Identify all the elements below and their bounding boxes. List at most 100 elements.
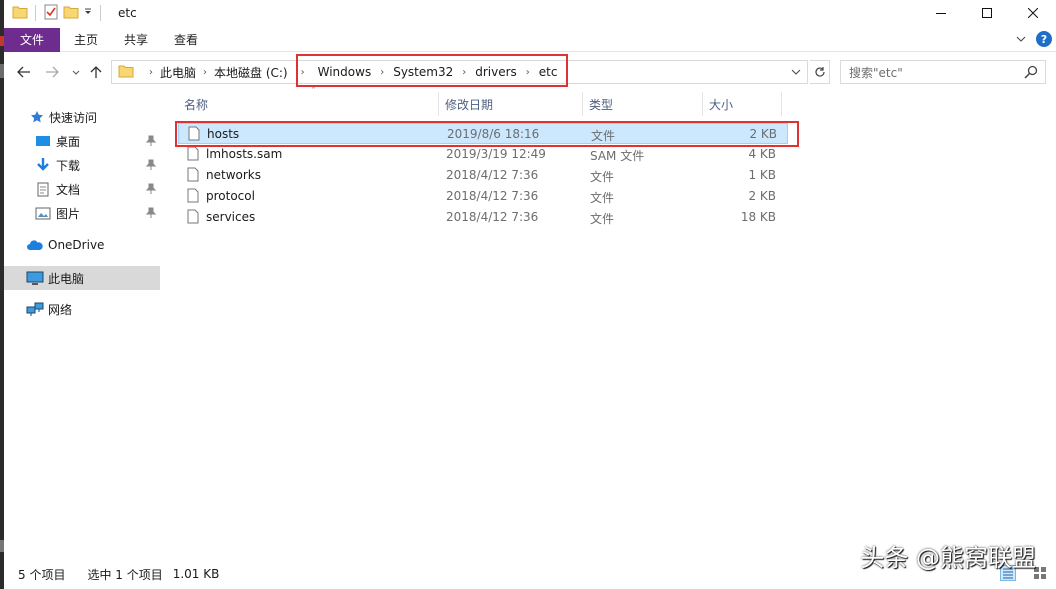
sidebar-item-label: 此电脑 <box>48 271 85 286</box>
sidebar-item-downloads[interactable]: 下载 <box>4 153 160 177</box>
file-size: 18 KB <box>740 210 776 224</box>
column-header-label: 类型 <box>589 97 614 112</box>
sidebar-item-onedrive[interactable]: OneDrive <box>4 233 160 257</box>
sidebar-item-pictures[interactable]: 图片 <box>4 201 160 225</box>
file-list: 名称 ˄ 修改日期 类型 大小 hosts 2019/8/6 18:16 文件 … <box>170 86 1050 562</box>
quick-access-toolbar <box>12 4 104 23</box>
tab-share[interactable]: 共享 <box>111 28 161 52</box>
annotation-hosts-highlight <box>175 121 799 147</box>
sidebar-item-label: 下载 <box>56 158 81 173</box>
sidebar-item-this-pc[interactable]: 此电脑 <box>4 266 160 290</box>
file-size: 2 KB <box>748 189 776 203</box>
breadcrumb-local-disk[interactable]: 本地磁盘 (C:) <box>214 64 288 81</box>
ribbon-tabs: 文件 主页 共享 查看 ? <box>4 27 1056 52</box>
file-name: protocol <box>206 189 255 203</box>
selection-count: 选中 1 个项目 <box>87 567 163 582</box>
desktop-icon <box>34 132 52 150</box>
cloud-icon <box>26 236 44 254</box>
pin-icon[interactable] <box>145 183 157 198</box>
file-type: SAM 文件 <box>590 149 645 163</box>
sidebar-item-label: 桌面 <box>56 134 81 149</box>
tab-view[interactable]: 查看 <box>161 28 211 52</box>
sort-ascending-icon: ˄ <box>311 86 316 97</box>
recent-locations-button[interactable] <box>66 62 86 82</box>
sidebar-item-label: 图片 <box>56 206 81 221</box>
star-icon <box>28 108 46 126</box>
minimize-button[interactable] <box>918 0 964 26</box>
search-input[interactable]: 搜索"etc" <box>840 60 1046 84</box>
file-type: 文件 <box>590 212 615 226</box>
column-header-label: 修改日期 <box>445 97 494 112</box>
table-row[interactable]: lmhosts.sam 2019/3/19 12:49 SAM 文件 4 KB <box>178 144 788 165</box>
sidebar-item-label: OneDrive <box>48 238 105 252</box>
file-date: 2018/4/12 7:36 <box>446 189 539 203</box>
column-header-label: 名称 <box>184 97 209 112</box>
sidebar-item-label: 快速访问 <box>49 110 98 125</box>
table-row[interactable]: protocol 2018/4/12 7:36 文件 2 KB <box>178 186 788 207</box>
table-row[interactable]: networks 2018/4/12 7:36 文件 1 KB <box>178 165 788 186</box>
file-size: 4 KB <box>748 147 776 161</box>
file-date: 2019/3/19 12:49 <box>446 147 546 161</box>
download-icon <box>34 156 52 174</box>
file-date: 2018/4/12 7:36 <box>446 210 539 224</box>
search-icon[interactable] <box>1024 65 1038 82</box>
file-icon <box>187 188 199 206</box>
sidebar-item-desktop[interactable]: 桌面 <box>4 129 160 153</box>
chevron-right-icon[interactable]: › <box>142 67 160 78</box>
pin-icon[interactable] <box>145 207 157 222</box>
customize-dropdown-icon[interactable] <box>83 6 93 20</box>
explorer-window: etc 文件 主页 共享 查看 ? › 此电脑 › 本地磁盘 (C:) › Wi… <box>4 0 1056 589</box>
file-name: networks <box>206 168 261 182</box>
back-button[interactable] <box>14 62 34 82</box>
sidebar-item-network[interactable]: 网络 <box>4 297 160 321</box>
document-icon <box>34 180 52 198</box>
refresh-button[interactable] <box>810 60 830 84</box>
sidebar-item-label: 网络 <box>48 302 73 317</box>
selection-size: 1.01 KB <box>172 567 220 581</box>
file-icon <box>187 209 199 227</box>
file-name: lmhosts.sam <box>206 147 283 161</box>
forward-button[interactable] <box>42 62 62 82</box>
expand-ribbon-icon[interactable] <box>1016 33 1026 47</box>
column-header-date[interactable]: 修改日期 <box>439 92 583 116</box>
file-date: 2018/4/12 7:36 <box>446 168 539 182</box>
breadcrumb-this-pc[interactable]: 此电脑 <box>160 64 196 81</box>
tab-home[interactable]: 主页 <box>60 28 111 52</box>
column-header-size[interactable]: 大小 <box>703 92 782 116</box>
properties-icon[interactable] <box>43 4 59 23</box>
tab-file[interactable]: 文件 <box>4 27 60 52</box>
network-icon <box>26 300 44 318</box>
close-button[interactable] <box>1010 0 1056 26</box>
sidebar-item-quick-access[interactable]: 快速访问 <box>4 105 160 129</box>
pin-icon[interactable] <box>145 159 157 174</box>
file-type: 文件 <box>590 191 615 205</box>
column-header-type[interactable]: 类型 <box>583 92 703 116</box>
navigation-pane: 快速访问 桌面 下载 文档 图片 OneDrive 此电脑 网络 <box>4 100 162 560</box>
maximize-button[interactable] <box>964 0 1010 26</box>
file-name: services <box>206 210 256 224</box>
file-size: 1 KB <box>748 168 776 182</box>
new-folder-icon[interactable] <box>63 5 79 22</box>
column-header-label: 大小 <box>709 97 734 112</box>
search-placeholder: 搜索"etc" <box>849 65 903 80</box>
address-dropdown-icon[interactable] <box>787 63 805 81</box>
pin-icon[interactable] <box>145 135 157 150</box>
up-button[interactable] <box>86 62 106 82</box>
folder-icon <box>118 64 134 81</box>
computer-icon <box>26 269 44 287</box>
table-row[interactable]: services 2018/4/12 7:36 文件 18 KB <box>178 207 788 228</box>
picture-icon <box>34 204 52 222</box>
file-icon <box>187 146 199 164</box>
file-icon <box>187 167 199 185</box>
annotation-address-highlight <box>296 54 568 87</box>
chevron-right-icon[interactable]: › <box>196 67 214 78</box>
item-count: 5 个项目 <box>18 567 66 582</box>
sidebar-item-documents[interactable]: 文档 <box>4 177 160 201</box>
watermark: 头条 @熊窝联盟 <box>860 544 1036 572</box>
file-type: 文件 <box>590 170 615 184</box>
help-icon[interactable]: ? <box>1036 31 1052 47</box>
title-bar: etc <box>4 0 1056 26</box>
folder-icon <box>12 5 28 22</box>
window-title: etc <box>118 6 137 20</box>
column-header-name[interactable]: 名称 ˄ <box>178 86 439 116</box>
